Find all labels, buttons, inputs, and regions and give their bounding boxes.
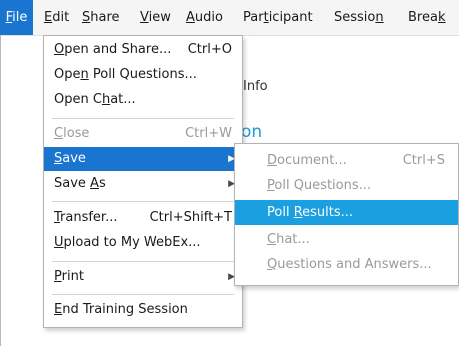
submenu-item-document[interactable]: Document... Ctrl+S xyxy=(235,148,458,173)
background-heading: on xyxy=(241,122,263,142)
menu-file[interactable]: File xyxy=(0,0,33,35)
menu-audio[interactable]: Audio xyxy=(186,0,223,35)
menu-item-save[interactable]: Save ▶ xyxy=(44,147,242,171)
menu-session[interactable]: Session xyxy=(334,0,384,35)
shortcut-label: Ctrl+S xyxy=(402,153,445,168)
shortcut-label: Ctrl+O xyxy=(187,42,232,57)
menu-bar: File Edit Share View Audio Participant S… xyxy=(0,0,459,36)
shortcut-label: Ctrl+Shift+T xyxy=(149,210,232,225)
menu-item-upload-to-my-webex[interactable]: Upload to My WebEx... xyxy=(44,231,242,255)
menu-item-save-as[interactable]: Save As ▶ xyxy=(44,172,242,196)
background-info-tab: Info xyxy=(243,79,268,94)
shortcut-label: Ctrl+W xyxy=(185,126,232,141)
menu-edit[interactable]: Edit xyxy=(44,0,69,35)
save-submenu: Document... Ctrl+S Poll Questions... Pol… xyxy=(234,143,459,286)
submenu-item-poll-results[interactable]: Poll Results... xyxy=(235,200,458,225)
menu-item-transfer[interactable]: Transfer... Ctrl+Shift+T xyxy=(44,206,242,230)
submenu-item-chat[interactable]: Chat... xyxy=(235,227,458,252)
menu-item-close[interactable]: Close Ctrl+W xyxy=(44,122,242,146)
menu-view[interactable]: View xyxy=(140,0,171,35)
submenu-item-questions-and-answers[interactable]: Questions and Answers... xyxy=(235,252,458,277)
menu-separator xyxy=(52,201,234,202)
menu-item-open-and-share[interactable]: Open and Share... Ctrl+O xyxy=(44,38,242,62)
window-left-border xyxy=(0,35,1,346)
menu-item-open-chat[interactable]: Open Chat... xyxy=(44,88,242,112)
menu-item-print[interactable]: Print ▶ xyxy=(44,265,242,289)
menu-break[interactable]: Break xyxy=(408,0,445,35)
menu-item-end-training-session[interactable]: End Training Session xyxy=(44,298,242,322)
menu-separator xyxy=(52,261,234,262)
submenu-item-poll-questions[interactable]: Poll Questions... xyxy=(235,173,458,198)
file-menu: Open and Share... Ctrl+O Open Poll Quest… xyxy=(43,35,243,328)
menu-participant[interactable]: Participant xyxy=(243,0,313,35)
menu-separator xyxy=(52,294,234,295)
menu-separator xyxy=(52,118,234,119)
menu-item-open-poll-questions[interactable]: Open Poll Questions... xyxy=(44,63,242,87)
menu-share[interactable]: Share xyxy=(82,0,120,35)
